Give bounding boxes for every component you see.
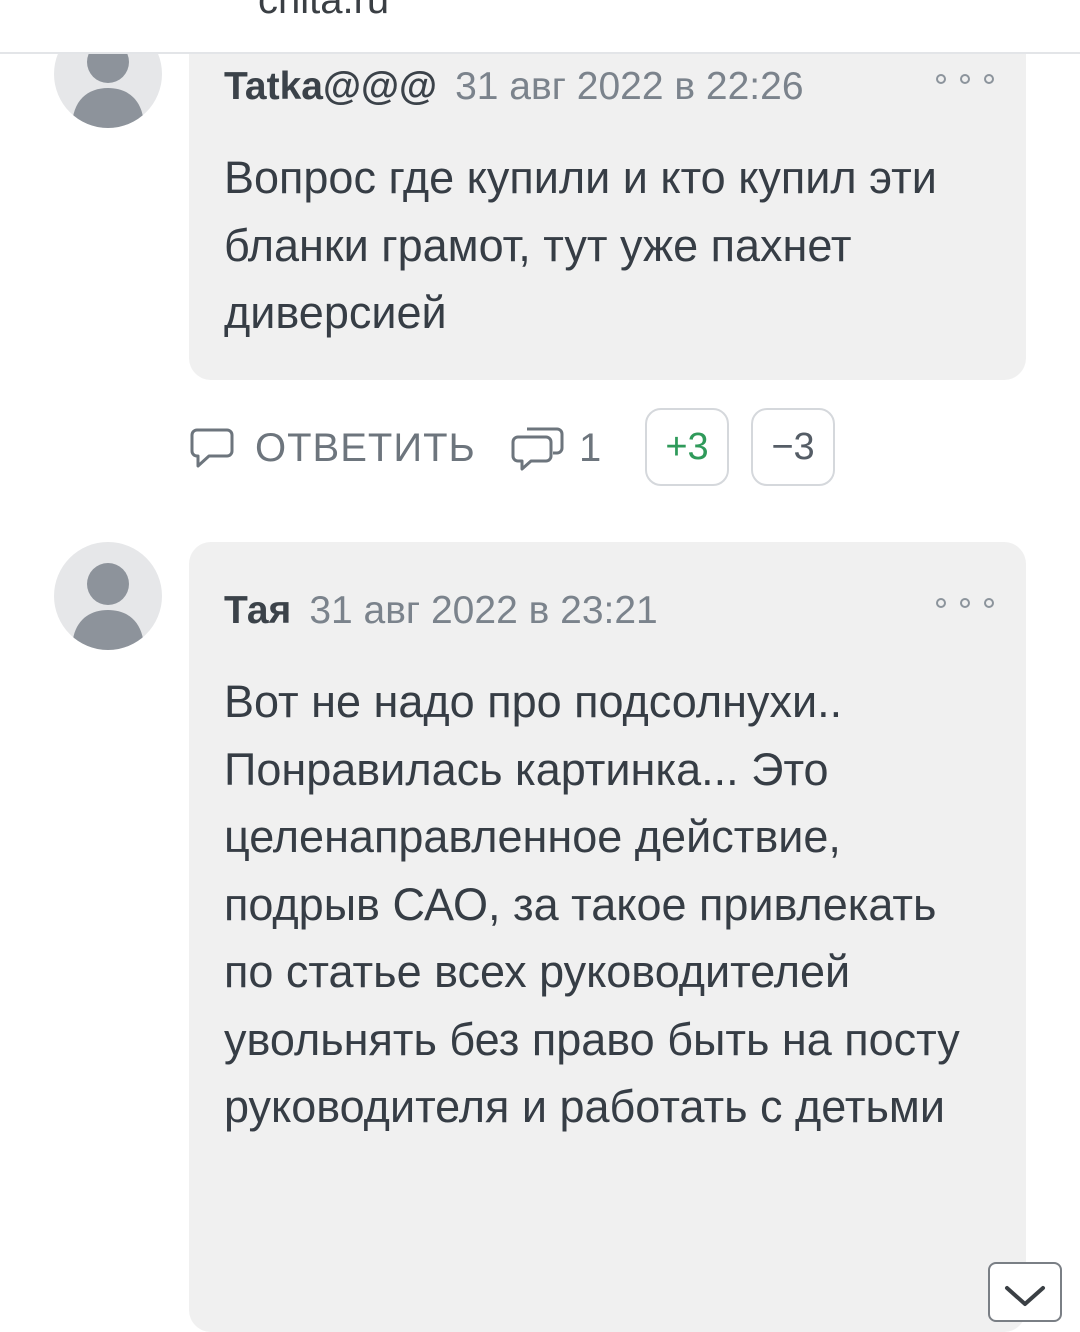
comment-text: Вот не надо про подсолнухи.. Понравилась… (224, 676, 960, 1132)
comment-date: 31 авг 2022 в 22:26 (455, 65, 804, 108)
chevron-down-icon (1005, 1286, 1045, 1306)
comment-header: Тая 31 авг 2022 в 23:21 (224, 588, 658, 634)
upvote-button[interactable]: +3 (645, 408, 729, 486)
speech-bubble-icon (190, 428, 234, 468)
avatar[interactable] (54, 542, 162, 650)
more-options-icon[interactable] (936, 72, 994, 86)
reply-label: ОТВЕТИТЬ (255, 425, 476, 470)
comment-bubble: Тая 31 авг 2022 в 23:21 Вот не надо про п… (189, 542, 1026, 1332)
comment-text: Вопрос где купили и кто купил эти бланки… (224, 152, 937, 338)
replies-count-button[interactable]: 1 (511, 408, 601, 488)
comment-date: 31 авг 2022 в 23:21 (309, 589, 658, 632)
reply-button[interactable]: ОТВЕТИТЬ (189, 408, 476, 488)
comment-bubble: Tatka@@@ 31 авг 2022 в 22:26 Вопрос где к… (189, 30, 1026, 380)
scroll-down-button[interactable] (988, 1262, 1062, 1322)
comment-author[interactable]: Tatka@@@ (224, 65, 437, 108)
user-silhouette-icon (72, 563, 144, 650)
replies-bubble-icon (511, 427, 564, 471)
downvote-button[interactable]: −3 (751, 408, 835, 486)
comment-author[interactable]: Тая (224, 589, 291, 632)
replies-count: 1 (579, 425, 602, 470)
more-options-icon[interactable] (936, 596, 994, 610)
comment-header: Tatka@@@ 31 авг 2022 в 22:26 (224, 64, 804, 110)
site-header: chita.ru (0, 0, 1080, 54)
site-url[interactable]: chita.ru (258, 0, 389, 20)
comment-actions: ОТВЕТИТЬ 1 +3 −3 (189, 408, 889, 488)
